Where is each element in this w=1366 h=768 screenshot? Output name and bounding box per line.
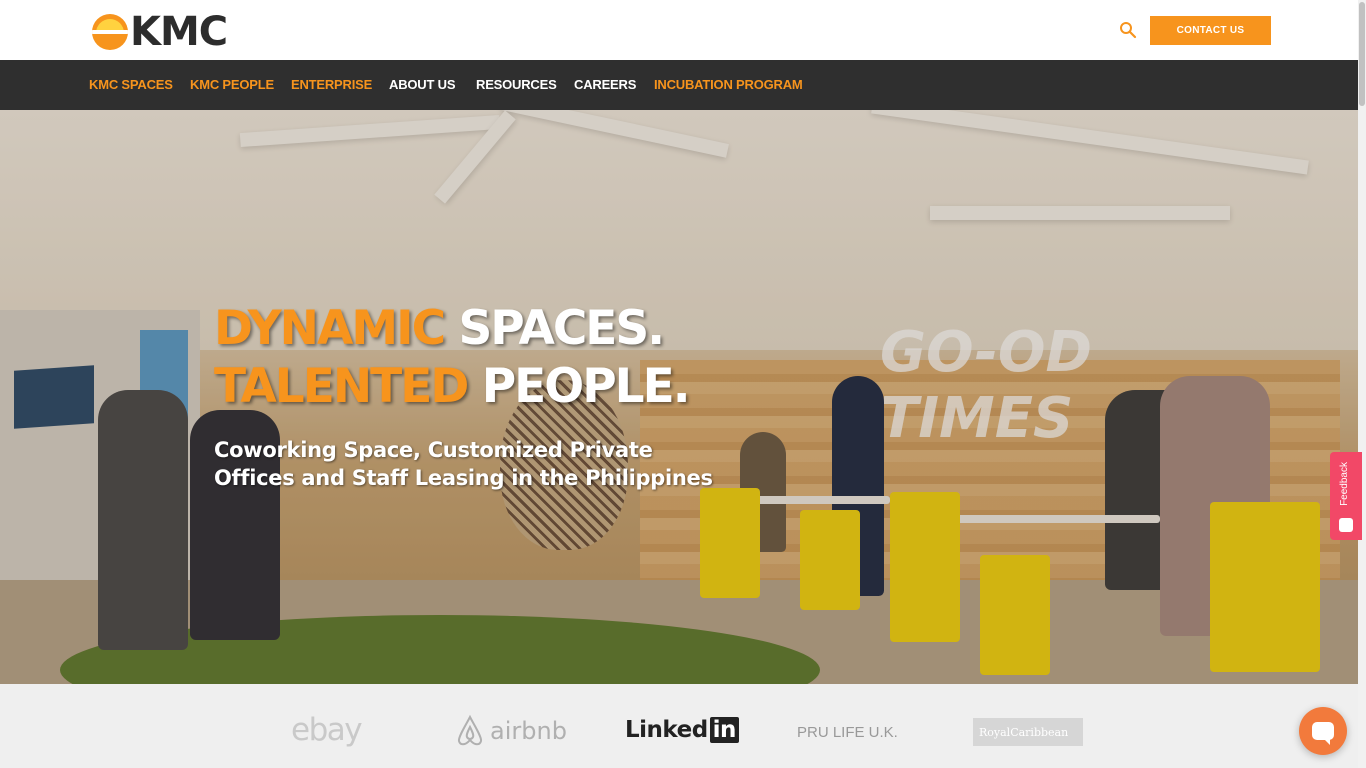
kmc-logo[interactable]: KMC (92, 9, 228, 55)
airbnb-logo: airbnb (454, 714, 567, 748)
nav-item-kmc-people[interactable]: KMC PEOPLE (190, 77, 274, 92)
headline-rest-spaces: SPACES. (444, 301, 665, 356)
linkedin-logo: Linked in (625, 717, 739, 743)
page-scrollbar[interactable] (1358, 0, 1366, 768)
site-header: KMC CONTACT US (0, 0, 1358, 60)
hero-subtitle: Coworking Space, Customized Private Offi… (214, 438, 713, 490)
headline-rest-people: PEOPLE. (467, 359, 691, 414)
hero-banner: GO-OD TIMES DYNAMIC SPACES. TALENTED PEO… (0, 110, 1358, 684)
airbnb-text: airbnb (490, 717, 567, 745)
nav-item-about-us[interactable]: ABOUT US (389, 77, 455, 92)
feedback-icon (1339, 518, 1353, 532)
headline-accent-dynamic: DYNAMIC (214, 301, 446, 356)
search-icon[interactable] (1118, 20, 1138, 40)
nav-item-resources[interactable]: RESOURCES (476, 77, 557, 92)
feedback-tab[interactable]: Feedback (1330, 452, 1362, 540)
nav-item-kmc-spaces[interactable]: KMC SPACES (89, 77, 173, 92)
contact-us-button[interactable]: CONTACT US (1150, 16, 1271, 45)
nav-item-enterprise[interactable]: ENTERPRISE (291, 77, 372, 92)
hero-headline-line-2: TALENTED PEOPLE. (214, 358, 774, 416)
pru-life-uk-logo: PRU LIFE U.K. (797, 724, 898, 741)
chat-bubble-icon (1312, 722, 1334, 745)
feedback-label: Feedback (1339, 462, 1350, 506)
headline-accent-talented: TALENTED (214, 359, 469, 414)
logo-text: KMC (130, 9, 228, 55)
client-logos-strip: ebay airbnb Linked in PRU LIFE U.K. Roya… (0, 684, 1358, 768)
hero-headline-line-1: DYNAMIC SPACES. (214, 300, 774, 358)
main-nav: KMC SPACES KMC PEOPLE ENTERPRISE ABOUT U… (0, 60, 1358, 110)
scrollbar-thumb[interactable] (1359, 2, 1365, 106)
ebay-logo: ebay (291, 712, 363, 748)
linkedin-in-box: in (709, 717, 739, 743)
hero-copy: DYNAMIC SPACES. TALENTED PEOPLE. Coworki… (214, 300, 774, 492)
chat-button[interactable] (1299, 707, 1347, 755)
sun-logo-icon (92, 14, 128, 50)
linkedin-text: Linked (625, 717, 708, 743)
airbnb-icon (457, 714, 483, 746)
nav-item-careers[interactable]: CAREERS (574, 77, 636, 92)
royal-caribbean-logo: RoyalCaribbean (973, 718, 1083, 746)
nav-item-incubation-program[interactable]: INCUBATION PROGRAM (654, 77, 803, 92)
